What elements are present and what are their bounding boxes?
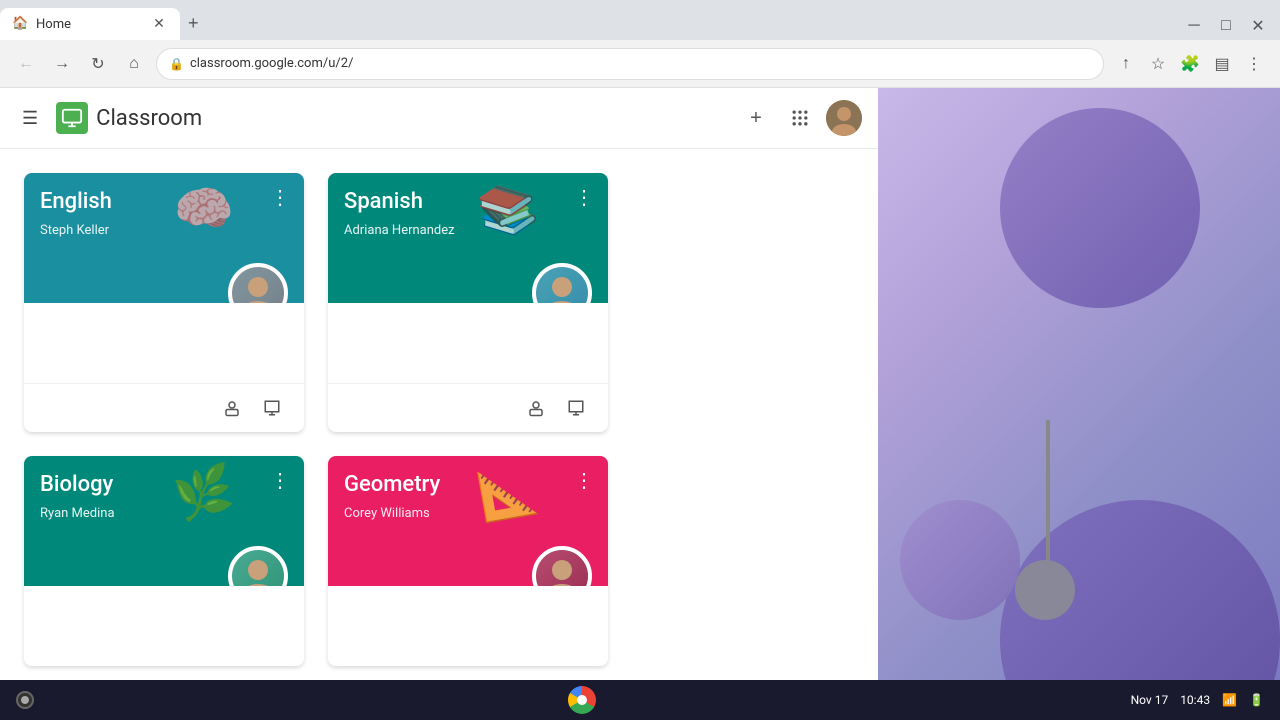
apps-grid-button[interactable] (782, 100, 818, 136)
card-header-geometry: Geometry Corey Williams ⋮ 📐 (328, 456, 608, 586)
home-button[interactable]: ⌂ (120, 50, 148, 78)
card-title-geometry: Geometry (344, 472, 592, 498)
chrome-icon[interactable] (568, 686, 596, 714)
taskbar-right: Nov 17 10:43 📶 🔋 (1131, 693, 1264, 707)
card-folder-button-english[interactable] (256, 392, 288, 424)
class-card-english[interactable]: English Steph Keller ⋮ 🧠 (24, 173, 304, 432)
minimize-button[interactable]: ─ (1180, 12, 1208, 40)
card-body-english (24, 303, 304, 383)
card-body-spanish (328, 303, 608, 383)
header-actions: + (738, 100, 862, 136)
card-teacher-biology: Ryan Medina (40, 506, 288, 521)
card-teacher-spanish: Adriana Hernandez (344, 223, 592, 238)
taskbar-center (568, 686, 596, 714)
card-header-english: English Steph Keller ⋮ 🧠 (24, 173, 304, 303)
battery-icon: 🔋 (1249, 693, 1264, 707)
extensions-button[interactable]: 🧩 (1176, 50, 1204, 78)
card-menu-biology[interactable]: ⋮ (264, 464, 296, 496)
lock-icon: 🔒 (169, 57, 184, 71)
bookmark-button[interactable]: ☆ (1144, 50, 1172, 78)
add-class-button[interactable]: + (738, 100, 774, 136)
taskbar: Nov 17 10:43 📶 🔋 (0, 680, 1280, 720)
taskbar-dot[interactable] (16, 691, 34, 709)
url-text: classroom.google.com/u/2/ (190, 56, 1091, 71)
app-title: Classroom (96, 106, 202, 131)
card-avatar-spanish (532, 263, 592, 303)
card-title-biology: Biology (40, 472, 288, 498)
card-teacher-geometry: Corey Williams (344, 506, 592, 521)
browser-content: ☰ Classroom + (0, 88, 878, 720)
wallpaper-sphere (1000, 108, 1200, 308)
back-button[interactable]: ← (12, 50, 40, 78)
card-title-english: English (40, 189, 288, 215)
desktop-wallpaper (878, 88, 1280, 720)
navigation-bar: ← → ↻ ⌂ 🔒 classroom.google.com/u/2/ ↑ ☆ … (0, 40, 1280, 88)
card-deco-spanish: 📚 (474, 176, 543, 243)
card-menu-geometry[interactable]: ⋮ (568, 464, 600, 496)
tab-title: Home (36, 17, 142, 32)
card-header-biology: Biology Ryan Medina ⋮ 🌿 (24, 456, 304, 586)
app-header: ☰ Classroom + (0, 88, 878, 149)
card-people-button-spanish[interactable] (520, 392, 552, 424)
card-folder-button-spanish[interactable] (560, 392, 592, 424)
chrome-inner (577, 695, 587, 705)
wallpaper-sphere-3 (900, 500, 1020, 620)
card-footer-english (24, 383, 304, 432)
card-body-biology (24, 586, 304, 666)
class-card-spanish[interactable]: Spanish Adriana Hernandez ⋮ 📚 (328, 173, 608, 432)
tab-bar: 🏠 Home ✕ + ─ □ ✕ (0, 0, 1280, 40)
nav-actions: ↑ ☆ 🧩 ▤ ⋮ (1112, 50, 1268, 78)
close-button[interactable]: ✕ (1244, 12, 1272, 40)
time-display: 10:43 (1180, 693, 1210, 707)
card-footer-spanish (328, 383, 608, 432)
class-card-biology[interactable]: Biology Ryan Medina ⋮ 🌿 (24, 456, 304, 666)
more-button[interactable]: ⋮ (1240, 50, 1268, 78)
class-card-geometry[interactable]: Geometry Corey Williams ⋮ 📐 (328, 456, 608, 666)
dot-inner (21, 696, 29, 704)
card-deco-biology: 🌿 (170, 459, 239, 526)
card-deco-english: 🧠 (170, 176, 239, 243)
card-menu-english[interactable]: ⋮ (264, 181, 296, 213)
maximize-button[interactable]: □ (1212, 12, 1240, 40)
window-controls: ─ □ ✕ (1180, 12, 1280, 40)
forward-button[interactable]: → (48, 50, 76, 78)
main-area: ☰ Classroom + (0, 88, 1280, 720)
card-avatar-biology (228, 546, 288, 586)
browser-frame: 🏠 Home ✕ + ─ □ ✕ ← → ↻ ⌂ 🔒 classroom.goo… (0, 0, 1280, 720)
url-bar[interactable]: 🔒 classroom.google.com/u/2/ (156, 48, 1104, 80)
wallpaper-wheel (1015, 560, 1075, 620)
card-header-spanish: Spanish Adriana Hernandez ⋮ 📚 (328, 173, 608, 303)
date-display: Nov 17 (1131, 693, 1169, 707)
new-tab-button[interactable]: + (180, 7, 207, 40)
taskbar-left (16, 691, 34, 709)
tab-favicon: 🏠 (12, 16, 28, 32)
user-avatar[interactable] (826, 100, 862, 136)
card-people-button-english[interactable] (216, 392, 248, 424)
app-logo: Classroom (56, 102, 202, 134)
card-deco-geometry: 📐 (474, 459, 543, 526)
card-menu-spanish[interactable]: ⋮ (568, 181, 600, 213)
classroom-logo-icon (56, 102, 88, 134)
sidebar-button[interactable]: ▤ (1208, 50, 1236, 78)
wifi-icon: 📶 (1222, 693, 1237, 707)
card-teacher-english: Steph Keller (40, 223, 288, 238)
active-tab[interactable]: 🏠 Home ✕ (0, 8, 180, 40)
card-avatar-english (228, 263, 288, 303)
tab-close-button[interactable]: ✕ (150, 15, 168, 33)
card-avatar-geometry (532, 546, 592, 586)
hamburger-menu[interactable]: ☰ (16, 102, 44, 135)
card-body-geometry (328, 586, 608, 666)
cards-grid: English Steph Keller ⋮ 🧠 Spanish Adriana Her… (0, 149, 878, 690)
card-title-spanish: Spanish (344, 189, 592, 215)
reload-button[interactable]: ↻ (84, 50, 112, 78)
share-button[interactable]: ↑ (1112, 50, 1140, 78)
